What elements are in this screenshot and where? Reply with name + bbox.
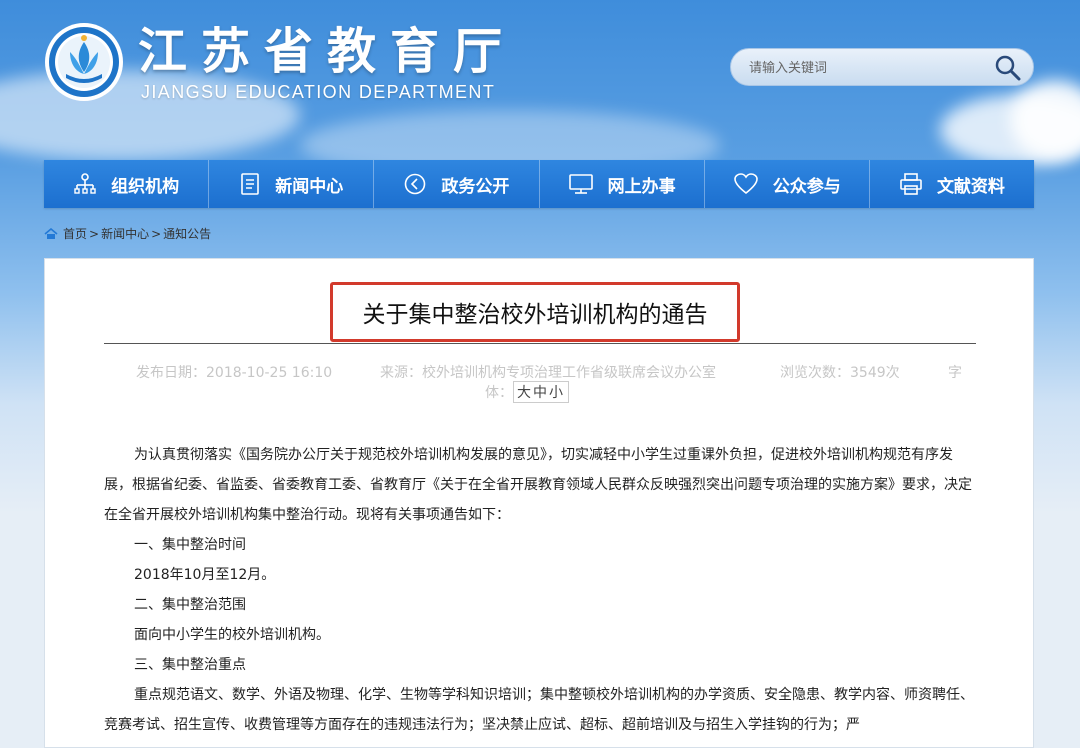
site-subtitle: JIANGSU EDUCATION DEPARTMENT <box>141 82 496 102</box>
search-icon[interactable] <box>993 53 1023 83</box>
font-size-buttons: 大中小 <box>513 381 569 403</box>
nav-label: 公众参与 <box>772 176 841 197</box>
breadcrumb-current-link[interactable]: 通知公告 <box>163 225 211 242</box>
document-icon <box>241 173 260 195</box>
nav-item-news[interactable]: 新闻中心 <box>209 160 375 208</box>
publish-date: 发布日期：2018-10-25 16:10 <box>136 365 333 381</box>
breadcrumb-separator: > <box>89 226 100 241</box>
section-heading: 二、集中整治范围 <box>134 597 246 613</box>
article-paragraph: 为认真贯彻落实《国务院办公厅关于规范校外培训机构发展的意见》，切实减轻中小学生过… <box>104 447 972 523</box>
article-source: 来源：校外培训机构专项治理工作省级联席会议办公室 <box>380 365 716 381</box>
font-size-medium-button[interactable]: 中 <box>533 385 549 401</box>
breadcrumb: 首页 > 新闻中心 > 通知公告 <box>44 225 211 242</box>
view-count: 浏览次数：3549次 <box>780 365 900 381</box>
site-title: 江苏省教育厅 <box>138 23 517 80</box>
font-size-small-button[interactable]: 小 <box>549 385 565 401</box>
title-divider <box>104 343 976 344</box>
home-icon[interactable] <box>44 227 58 240</box>
article-title-highlight: 关于集中整治校外培训机构的通告 <box>330 282 740 342</box>
nav-label: 文献资料 <box>936 176 1005 197</box>
nav-label: 组织机构 <box>111 176 180 197</box>
department-logo-icon[interactable] <box>44 22 124 102</box>
nav-item-government-affairs[interactable]: 政务公开 <box>374 160 540 208</box>
font-size-label: 字 <box>948 365 962 381</box>
font-size-large-button[interactable]: 大 <box>517 385 533 401</box>
printer-icon <box>900 173 922 195</box>
nav-item-online-services[interactable]: 网上办事 <box>540 160 705 208</box>
nav-item-public-participation[interactable]: 公众参与 <box>705 160 870 208</box>
font-size-control: 体： 大中小 <box>485 381 569 403</box>
heart-icon <box>733 173 758 195</box>
nav-item-documents[interactable]: 文献资料 <box>870 160 1034 208</box>
article-body: 为认真贯彻落实《国务院办公厅关于规范校外培训机构发展的意见》，切实减轻中小学生过… <box>104 440 976 740</box>
section-heading: 一、集中整治时间 <box>134 537 246 553</box>
article-paragraph: 重点规范语文、数学、外语及物理、化学、生物等学科知识培训；集中整顿校外培训机构的… <box>104 687 974 733</box>
article-paragraph: 面向中小学生的校外培训机构。 <box>134 627 330 643</box>
search-input[interactable] <box>747 57 981 79</box>
org-chart-icon <box>74 173 96 194</box>
font-size-label-cont: 体： <box>485 385 513 401</box>
main-nav: 组织机构 新闻中心 政务公开 网上办事 公众参与 文献资料 <box>44 160 1034 208</box>
nav-item-organization[interactable]: 组织机构 <box>44 160 210 208</box>
article-paragraph: 2018年10月至12月。 <box>134 567 276 583</box>
breadcrumb-home-link[interactable]: 首页 <box>63 225 87 242</box>
compass-icon <box>405 173 426 195</box>
nav-label: 网上办事 <box>607 176 676 197</box>
section-heading: 三、集中整治重点 <box>134 657 246 673</box>
breadcrumb-separator: > <box>151 226 162 241</box>
search-box <box>730 48 1034 86</box>
breadcrumb-news-link[interactable]: 新闻中心 <box>101 225 149 242</box>
nav-label: 政务公开 <box>441 176 510 197</box>
monitor-icon <box>568 174 593 194</box>
article-title: 关于集中整治校外培训机构的通告 <box>362 302 708 328</box>
nav-label: 新闻中心 <box>275 176 344 197</box>
